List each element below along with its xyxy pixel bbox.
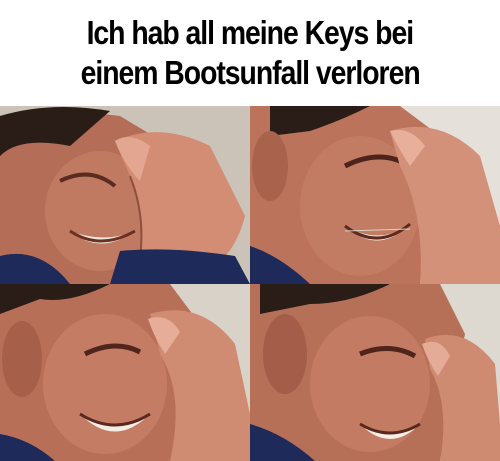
caption-line-1: Ich hab all meine Keys bei xyxy=(86,14,415,51)
crying-meme-grid xyxy=(0,106,500,461)
caption-line-2: einem Bootsunfall verloren xyxy=(80,54,420,91)
crying-man-image-3 xyxy=(0,284,250,461)
panel-crying-3 xyxy=(0,284,250,461)
panel-crying-4 xyxy=(250,284,500,461)
meme-caption: Ich hab all meine Keys bei einem Bootsun… xyxy=(0,0,500,106)
panel-crying-1 xyxy=(0,106,250,284)
crying-man-image-1 xyxy=(0,106,250,284)
crying-man-image-4 xyxy=(250,284,500,461)
crying-man-image-2 xyxy=(250,106,500,284)
panel-crying-2 xyxy=(250,106,500,284)
